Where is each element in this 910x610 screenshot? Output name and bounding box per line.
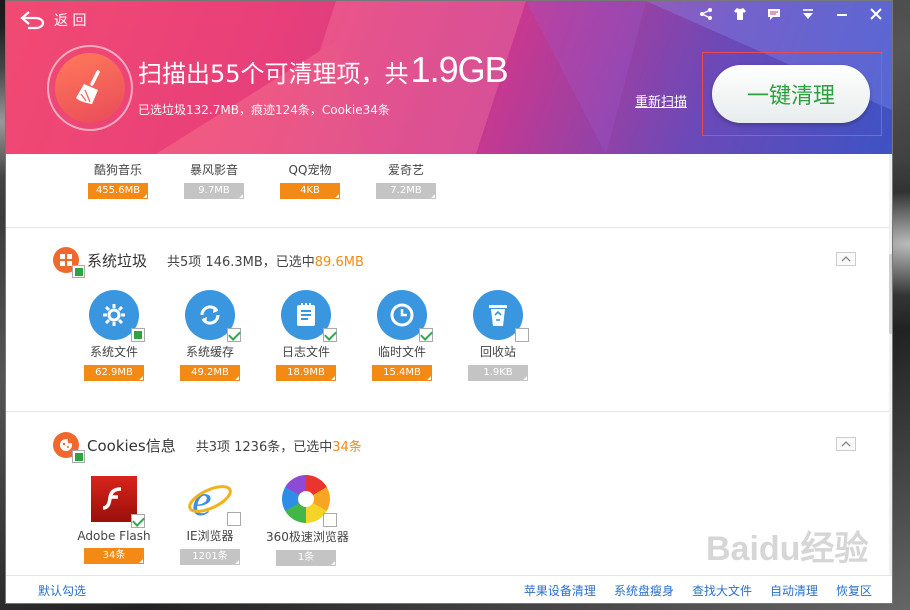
- back-label: 返 回: [54, 13, 87, 29]
- size-badge[interactable]: 7.2MB: [376, 183, 436, 199]
- item-label: 暴风影音: [189, 163, 238, 177]
- junk-item-system-cache[interactable]: 系统缓存 49.2MB: [170, 290, 250, 381]
- size-badge[interactable]: 1条: [276, 550, 336, 566]
- cleanup-window: 返 回 扫描出55个可清理项，共 1.9GB 已选垃圾132.7MB，痕迹124…: [5, 0, 893, 604]
- back-button[interactable]: 返 回: [20, 10, 86, 30]
- junk-item-temp-files[interactable]: 临时文件 15.4MB: [362, 290, 442, 381]
- close-icon[interactable]: [866, 7, 886, 25]
- size-badge[interactable]: 34条: [84, 548, 144, 564]
- category-title: 系统垃圾: [87, 251, 148, 270]
- item-label: Adobe Flash: [77, 529, 151, 543]
- back-arrow-icon: [20, 11, 45, 30]
- windows-logo-icon: [53, 247, 85, 278]
- junk-item-log-files[interactable]: 日志文件 18.9MB: [266, 290, 346, 381]
- size-badge[interactable]: 9.7MB: [184, 183, 244, 199]
- divider: [6, 227, 892, 228]
- category-summary: 共3项 1236条，已选中34条: [195, 439, 362, 455]
- item-checkbox[interactable]: [323, 513, 337, 527]
- one-click-clean-button[interactable]: 一键清理: [712, 65, 870, 123]
- find-large-files-link[interactable]: 查找大文件: [692, 582, 752, 599]
- footer-links: 苹果设备清理 系统盘瘦身 查找大文件 自动清理 恢复区: [524, 582, 872, 599]
- item-label: 爱奇艺: [387, 163, 424, 177]
- collapse-button[interactable]: [836, 252, 856, 266]
- feedback-icon[interactable]: [764, 7, 784, 25]
- scan-result-summary: 扫描出55个可清理项，共 1.9GB 已选垃圾132.7MB，痕迹124条，Co…: [138, 49, 509, 118]
- skin-shirt-icon[interactable]: [730, 7, 750, 25]
- item-checkbox[interactable]: [227, 512, 241, 526]
- system-disk-slim-link[interactable]: 系统盘瘦身: [614, 582, 674, 599]
- scan-results-list: 酷狗音乐 455.6MB 暴风影音 9.7MB QQ宠物 4KB 爱奇艺 7.2…: [6, 154, 892, 575]
- divider: [6, 411, 892, 412]
- item-checkbox[interactable]: [131, 328, 145, 342]
- item-checkbox[interactable]: [419, 328, 433, 342]
- scrollbar-thumb[interactable]: [889, 254, 892, 334]
- cookie-item-adobe-flash[interactable]: Adobe Flash 34条: [74, 474, 154, 564]
- cookie-item-360-browser[interactable]: 360极速浏览器 1条: [266, 474, 349, 566]
- apple-device-clean-link[interactable]: 苹果设备清理: [524, 582, 596, 599]
- item-label: 回收站: [479, 345, 516, 359]
- scrollbar[interactable]: [889, 154, 892, 575]
- auto-clean-link[interactable]: 自动清理: [770, 582, 818, 599]
- category-summary: 共5项 146.3MB，已选中89.6MB: [167, 254, 364, 270]
- category-header-system-junk: 系统垃圾 共5项 146.3MB，已选中89.6MB: [53, 247, 364, 278]
- chevron-up-icon: [841, 441, 851, 447]
- item-label: 系统缓存: [185, 345, 234, 359]
- default-select-link[interactable]: 默认勾选: [38, 582, 86, 599]
- headline-total-size: 1.9GB: [410, 49, 509, 90]
- share-icon[interactable]: [696, 7, 716, 25]
- rescan-link[interactable]: 重新扫描: [635, 91, 687, 110]
- selected-summary: 已选垃圾132.7MB，痕迹124条，Cookie34条: [138, 103, 390, 117]
- size-badge[interactable]: 62.9MB: [84, 365, 144, 381]
- minimize-icon[interactable]: [832, 7, 852, 25]
- menu-dropdown-icon[interactable]: [798, 7, 818, 25]
- chevron-up-icon: [841, 256, 851, 262]
- junk-item-recycle-bin[interactable]: 回收站 1.9KB: [458, 290, 538, 381]
- cookie-icon: [53, 432, 85, 463]
- cookie-item-ie-browser[interactable]: e IE浏览器 1201条: [170, 474, 250, 565]
- item-checkbox[interactable]: [515, 328, 529, 342]
- size-badge[interactable]: 4KB: [280, 183, 340, 199]
- item-label: 系统文件: [89, 345, 138, 359]
- size-badge[interactable]: 15.4MB: [372, 365, 432, 381]
- broom-logo: [47, 45, 133, 131]
- item-label: QQ宠物: [288, 163, 332, 177]
- broom-icon: [76, 70, 100, 104]
- headline-text: 扫描出55个可清理项，共: [138, 60, 409, 88]
- item-label: 日志文件: [281, 345, 330, 359]
- software-item[interactable]: QQ宠物 4KB: [270, 158, 350, 199]
- size-badge[interactable]: 1201条: [180, 549, 240, 565]
- size-badge[interactable]: 455.6MB: [88, 183, 148, 199]
- item-checkbox[interactable]: [227, 328, 241, 342]
- software-item[interactable]: 暴风影音 9.7MB: [174, 158, 254, 199]
- header-banner: 返 回 扫描出55个可清理项，共 1.9GB 已选垃圾132.7MB，痕迹124…: [6, 1, 892, 154]
- restore-area-link[interactable]: 恢复区: [836, 582, 872, 599]
- item-label: 酷狗音乐: [93, 163, 142, 177]
- software-item[interactable]: 爱奇艺 7.2MB: [366, 158, 446, 199]
- junk-item-system-files[interactable]: 系统文件 62.9MB: [74, 290, 154, 381]
- size-badge[interactable]: 49.2MB: [180, 365, 240, 381]
- window-controls: [696, 7, 886, 25]
- collapse-button[interactable]: [836, 437, 856, 451]
- category-checkbox[interactable]: [72, 450, 85, 463]
- software-item[interactable]: 酷狗音乐 455.6MB: [78, 158, 158, 199]
- size-badge[interactable]: 1.9KB: [468, 365, 528, 381]
- item-label: IE浏览器: [186, 529, 234, 543]
- category-title: Cookies信息: [87, 436, 176, 455]
- item-checkbox[interactable]: [323, 328, 337, 342]
- footer-bar: 默认勾选 苹果设备清理 系统盘瘦身 查找大文件 自动清理 恢复区: [6, 575, 892, 603]
- category-checkbox[interactable]: [72, 265, 85, 278]
- size-badge[interactable]: 18.9MB: [276, 365, 336, 381]
- item-checkbox[interactable]: [131, 514, 145, 528]
- item-label: 360极速浏览器: [266, 530, 349, 544]
- item-label: 临时文件: [377, 345, 426, 359]
- category-header-cookies: Cookies信息 共3项 1236条，已选中34条: [53, 432, 362, 463]
